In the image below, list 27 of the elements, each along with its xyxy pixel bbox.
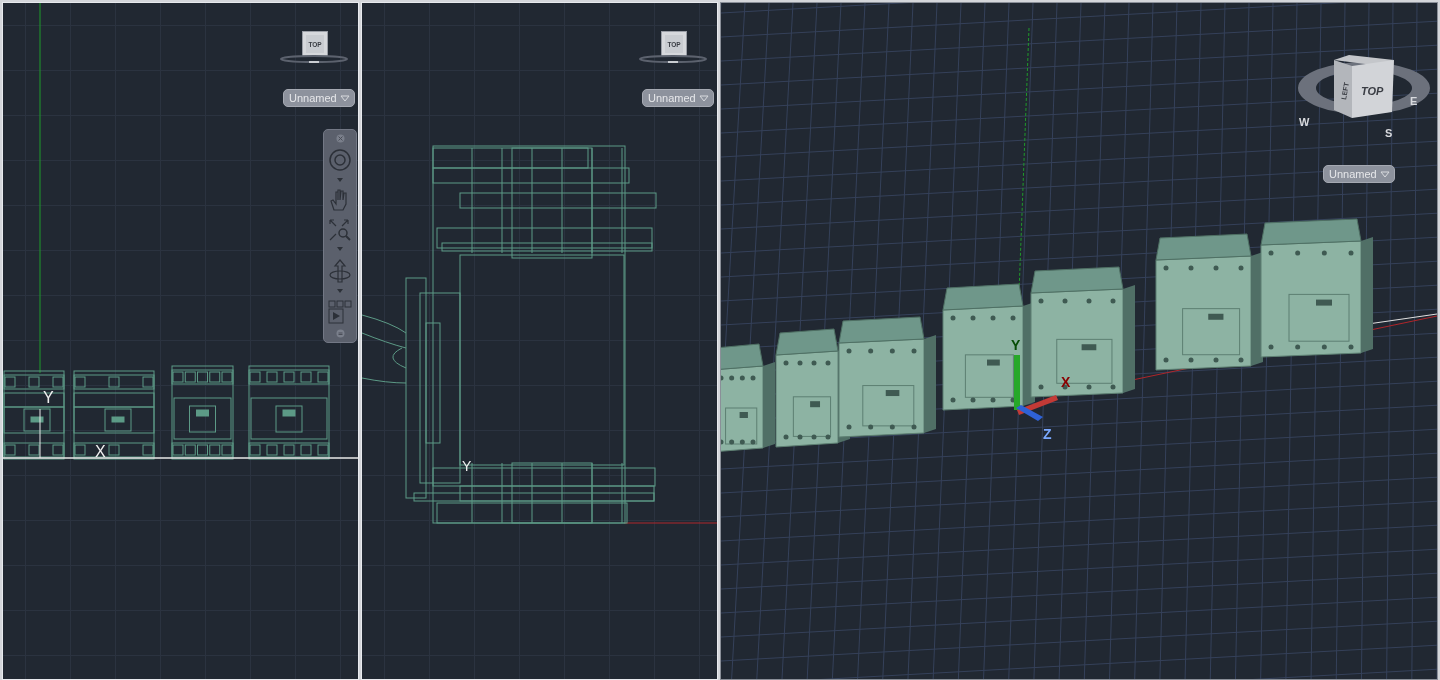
caret-icon[interactable]: [339, 94, 350, 102]
compass-label[interactable]: W: [1299, 116, 1310, 128]
caret-icon[interactable]: [1379, 170, 1390, 178]
y-axis-line: [39, 408, 41, 459]
ucs-icon: [1014, 355, 1058, 421]
close-icon[interactable]: [335, 134, 345, 143]
wheel-icon[interactable]: [328, 148, 352, 173]
ucs-axis-label: Y: [43, 389, 54, 406]
options-icon[interactable]: [335, 328, 345, 338]
orbit-icon[interactable]: [328, 257, 352, 284]
compass-label[interactable]: E: [1410, 95, 1418, 107]
compass-ring-icon[interactable]: [279, 55, 349, 65]
ucs-axis-label: X: [95, 443, 106, 460]
cube-face-label[interactable]: TOP: [1361, 85, 1384, 97]
caret-icon[interactable]: [698, 94, 709, 102]
ucs-axis-label: Z: [1043, 426, 1052, 442]
ucs-axis-label: X: [1061, 374, 1071, 390]
caret-icon[interactable]: [335, 289, 345, 295]
cube-icon[interactable]: [1334, 55, 1394, 118]
compass-label[interactable]: S: [1385, 127, 1393, 139]
ucs-axis-label: Y: [462, 458, 472, 474]
compass-ring-icon[interactable]: [638, 55, 708, 65]
zoom-icon[interactable]: [328, 217, 352, 242]
showmotion-icon[interactable]: [328, 299, 352, 324]
caret-icon[interactable]: [335, 177, 345, 183]
caret-icon[interactable]: [335, 247, 345, 253]
ucs-axis-label: Y: [1011, 337, 1021, 353]
